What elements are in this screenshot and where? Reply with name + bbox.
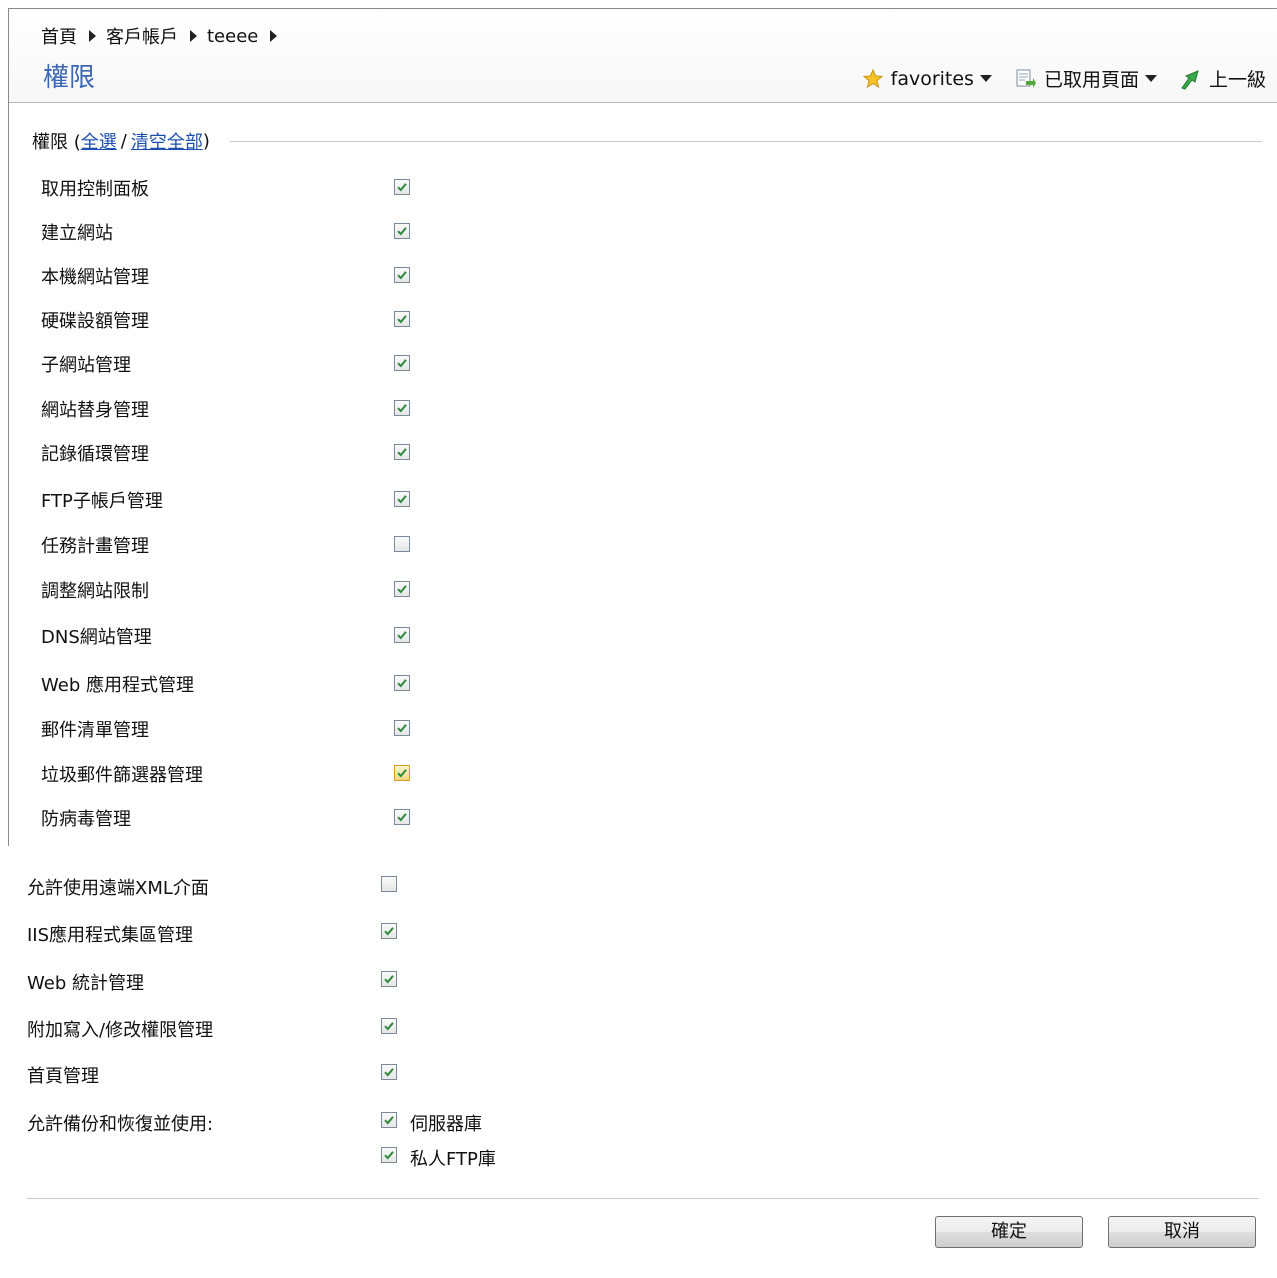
favorites-label: favorites xyxy=(890,67,974,90)
section-close: ) xyxy=(202,130,210,152)
permission-label: 建立網站 xyxy=(41,223,113,244)
permission-checkbox[interactable] xyxy=(394,267,410,283)
page-title: 權限 xyxy=(43,63,96,93)
backup-option-checkbox[interactable] xyxy=(381,1147,397,1163)
backup-label: 允許備份和恢復並使用: xyxy=(27,1114,214,1135)
permission-checkbox[interactable] xyxy=(394,223,410,239)
permission-checkbox[interactable] xyxy=(381,876,397,892)
permission-label: 記錄循環管理 xyxy=(41,444,149,465)
permission-label: 任務計畫管理 xyxy=(41,536,149,557)
permission-label: 本機網站管理 xyxy=(41,267,149,288)
permission-label: DNS網站管理 xyxy=(41,627,152,648)
permission-checkbox[interactable] xyxy=(394,355,410,371)
chevron-down-icon xyxy=(979,75,992,82)
up-level-button[interactable]: 上一級 xyxy=(1179,65,1266,92)
permission-checkbox[interactable] xyxy=(381,971,397,987)
breadcrumb-arrow-icon xyxy=(270,30,278,42)
permission-label: 硬碟設額管理 xyxy=(41,311,149,332)
permission-label: 郵件清單管理 xyxy=(41,720,149,741)
permission-checkbox[interactable] xyxy=(394,444,410,460)
star-icon xyxy=(862,68,883,88)
permission-label: 網站替身管理 xyxy=(41,400,149,421)
breadcrumb-home[interactable]: 首頁 xyxy=(41,23,77,49)
permission-label: 取用控制面板 xyxy=(41,179,149,200)
permission-label: 附加寫入/修改權限管理 xyxy=(27,1020,214,1041)
permission-checkbox[interactable] xyxy=(394,491,410,507)
toolbar: favorites 已取用頁面 上一級 xyxy=(841,65,1266,92)
permission-checkbox[interactable] xyxy=(381,923,397,939)
permission-label: IIS應用程式集區管理 xyxy=(27,925,194,946)
permission-checkbox[interactable] xyxy=(394,536,410,552)
breadcrumb-arrow-icon xyxy=(190,30,197,42)
pages-menu[interactable]: 已取用頁面 xyxy=(1014,65,1157,92)
permission-label: 防病毒管理 xyxy=(41,809,131,830)
favorites-menu[interactable]: favorites xyxy=(862,67,992,90)
permission-checkbox[interactable] xyxy=(394,675,410,691)
page-header: 首頁 客戶帳戶 teeee 權限 favorites 已取用頁面 上一級 xyxy=(9,9,1277,103)
permission-checkbox[interactable] xyxy=(394,627,410,643)
permission-checkbox[interactable] xyxy=(394,720,410,736)
section-separator: / xyxy=(120,130,127,152)
breadcrumb-account[interactable]: teeee xyxy=(207,26,258,47)
footer-divider xyxy=(27,1198,1259,1199)
breadcrumb-arrow-icon xyxy=(89,30,96,42)
breadcrumb-customers[interactable]: 客戶帳戶 xyxy=(106,23,178,49)
permission-label: 首頁管理 xyxy=(27,1066,99,1087)
section-label: 權限 ( xyxy=(32,132,81,153)
permission-label: FTP子帳戶管理 xyxy=(41,491,163,512)
cancel-button[interactable]: 取消 xyxy=(1108,1216,1256,1248)
pages-label: 已取用頁面 xyxy=(1043,69,1139,91)
backup-option-checkbox[interactable] xyxy=(381,1112,397,1128)
select-all-link[interactable]: 全選 xyxy=(81,128,117,154)
clear-all-link[interactable]: 清空全部 xyxy=(131,128,203,154)
permission-checkbox[interactable] xyxy=(394,400,410,416)
pages-icon xyxy=(1016,69,1036,88)
permission-checkbox[interactable] xyxy=(394,311,410,327)
permission-label: 子網站管理 xyxy=(41,355,131,376)
permission-checkbox[interactable] xyxy=(394,179,410,195)
permission-checkbox[interactable] xyxy=(381,1018,397,1034)
chevron-down-icon xyxy=(1144,75,1157,82)
permission-label: Web 統計管理 xyxy=(27,973,144,994)
permission-label: 垃圾郵件篩選器管理 xyxy=(41,765,203,786)
ok-button[interactable]: 確定 xyxy=(935,1216,1083,1248)
permission-checkbox[interactable] xyxy=(394,581,410,597)
permission-label: 調整網站限制 xyxy=(41,581,149,602)
section-divider xyxy=(229,140,1262,142)
permissions-section-header: 權限 ( 全選 / 清空全部 ) xyxy=(32,128,1262,154)
permission-checkbox[interactable] xyxy=(394,765,410,781)
permission-checkbox[interactable] xyxy=(381,1064,397,1080)
up-arrow-icon xyxy=(1181,69,1199,90)
backup-option-label: 私人FTP庫 xyxy=(410,1149,496,1170)
breadcrumb: 首頁 客戶帳戶 teeee xyxy=(41,23,287,49)
permission-label: 允許使用遠端XML介面 xyxy=(27,878,209,899)
permission-label: Web 應用程式管理 xyxy=(41,675,194,696)
up-level-label: 上一級 xyxy=(1208,69,1266,91)
permission-checkbox[interactable] xyxy=(394,809,410,825)
backup-option-label: 伺服器庫 xyxy=(410,1114,482,1135)
